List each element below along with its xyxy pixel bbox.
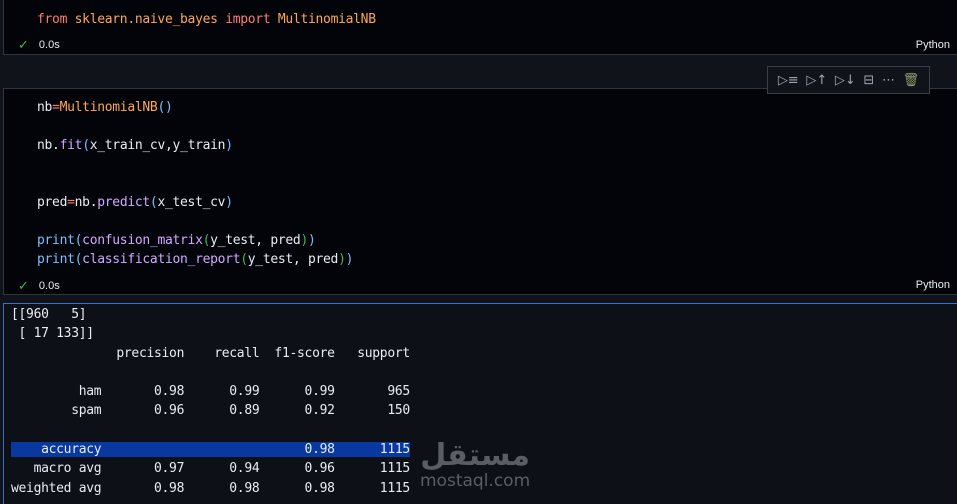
watermark-logo: مستقل mostaql.com (420, 438, 531, 491)
code-line: print(classification_report(y_test, pred… (37, 252, 354, 267)
check-icon: ✓ (18, 278, 29, 293)
watermark-arabic: مستقل (420, 438, 530, 473)
language-label[interactable]: Python (916, 279, 950, 291)
split-cell-icon[interactable]: ⊟ (863, 73, 874, 88)
language-label[interactable]: Python (916, 39, 950, 51)
watermark-latin: mostaql.com (420, 471, 531, 491)
keyword: from (37, 12, 68, 27)
code-line: nb.fit(x_train_cv,y_train) (37, 138, 233, 153)
report-row: spam 0.96 0.89 0.92 150 (11, 403, 410, 419)
report-row: ham 0.98 0.99 0.99 965 (11, 384, 410, 400)
keyword: import (225, 12, 271, 27)
code-cell-1[interactable]: from sklearn.naive_bayes import Multinom… (3, 0, 957, 55)
execution-time: 0.0s (38, 280, 60, 292)
report-row: macro avg 0.97 0.94 0.96 1115 (11, 461, 411, 477)
execution-time: 0.0s (38, 39, 60, 51)
code-line: nb=MultinomialNB() (37, 100, 173, 115)
report-header: precision recall f1-score support (11, 345, 410, 361)
cell-2-code[interactable]: nb=MultinomialNB() nb.fit(x_train_cv,y_t… (37, 98, 353, 269)
confusion-row: [[960 5] (11, 307, 87, 322)
output-text: [[960 5] [ 17 133]] precision recall f1-… (11, 305, 410, 498)
execute-above-icon[interactable]: ▷↑ (806, 73, 827, 88)
execute-below-icon[interactable]: ▷↓ (835, 73, 856, 88)
cell-toolbar: ▷≡ ▷↑ ▷↓ ⊟ ⋯ 🗑 (767, 66, 930, 94)
code-line: pred=nb.predict(x_test_cv) (37, 195, 233, 210)
run-by-line-icon[interactable]: ▷≡ (778, 73, 799, 88)
code-cell-2[interactable]: nb=MultinomialNB() nb.fit(x_train_cv,y_t… (3, 88, 957, 295)
accuracy-row-selected: accuracy 0.98 1115 (11, 442, 410, 458)
more-icon[interactable]: ⋯ (882, 73, 895, 88)
delete-icon[interactable]: 🗑 (903, 73, 920, 88)
cell-1-status: ✓ 0.0s (18, 37, 60, 53)
module-name: sklearn.naive_bayes (74, 12, 218, 27)
cell-2-status: ✓ 0.0s (18, 278, 60, 294)
cell-1-code[interactable]: from sklearn.naive_bayes import Multinom… (37, 10, 376, 29)
code-line: print(confusion_matrix(y_test, pred)) (37, 233, 316, 248)
confusion-row: [ 17 133]] (11, 326, 95, 342)
report-row: weighted avg 0.98 0.98 0.98 1115 (11, 480, 410, 496)
check-icon: ✓ (18, 37, 29, 52)
class-name: MultinomialNB (277, 12, 376, 27)
